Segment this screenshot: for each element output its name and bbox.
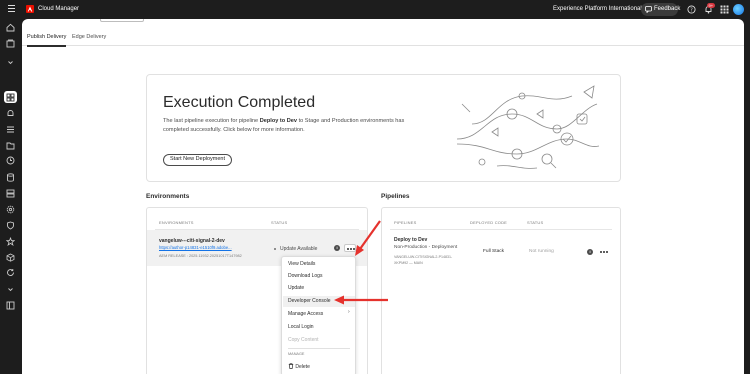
- app-name[interactable]: Cloud Manager: [38, 6, 79, 12]
- notification-count-badge: 9+: [707, 3, 715, 8]
- col-header-deployed-code: DEPLOYED CODE: [470, 220, 508, 225]
- annotation-arrow-developer-console: [334, 295, 388, 305]
- help-icon[interactable]: ?: [687, 5, 696, 14]
- status-dot: [274, 248, 276, 250]
- environment-url-link[interactable]: https://author-p14831-e1510f9.adobe...: [159, 245, 232, 250]
- menu-item-manage-access[interactable]: Manage Access: [288, 311, 323, 317]
- start-new-deployment-button[interactable]: Start New Deployment: [163, 154, 233, 166]
- settings-icon[interactable]: [6, 205, 15, 214]
- menu-item-developer-console[interactable]: Developer Console: [288, 298, 331, 304]
- trash-icon: [288, 363, 294, 369]
- menu-item-update[interactable]: Update: [288, 285, 304, 291]
- environment-actions-menu: View Details Download Logs Update Develo…: [281, 256, 356, 374]
- execution-title: Execution Completed: [163, 94, 316, 111]
- execution-description: The last pipeline execution for pipeline…: [163, 118, 405, 133]
- tab-publish-delivery[interactable]: Publish Delivery: [27, 34, 67, 47]
- menu-item-delete[interactable]: Delete: [288, 363, 310, 370]
- pipelines-card: PIPELINES DEPLOYED CODE STATUS Deploy to…: [381, 207, 621, 374]
- apps-grid-icon[interactable]: [720, 5, 729, 14]
- shield-icon[interactable]: [6, 221, 15, 230]
- chevron-down-icon-2[interactable]: [6, 285, 15, 294]
- user-avatar[interactable]: [733, 4, 744, 15]
- pipelines-heading: Pipelines: [381, 193, 410, 200]
- header-dropdown-partial[interactable]: [100, 19, 144, 22]
- folder-icon[interactable]: [6, 141, 15, 150]
- dashboard-icon[interactable]: [6, 93, 15, 102]
- aem-release-text: AEM RELEASE : 2025.11932.20251017T147982: [159, 254, 242, 258]
- pipeline-more-actions-button[interactable]: [598, 248, 610, 256]
- pipeline-type: Non-Production - Deployment: [394, 245, 458, 250]
- menu-section-manage: MANAGE: [288, 352, 305, 356]
- storage-icon[interactable]: [6, 189, 15, 198]
- menu-item-copy-content: Copy Content: [288, 337, 319, 343]
- collapse-rail-icon[interactable]: [6, 301, 15, 310]
- environments-heading: Environments: [146, 193, 190, 200]
- tab-edge-delivery[interactable]: Edge Delivery: [72, 34, 106, 40]
- col-header-status: STATUS: [271, 220, 288, 225]
- execution-status-card: Execution Completed The last pipeline ex…: [146, 74, 621, 182]
- chevron-down-icon[interactable]: [6, 58, 15, 67]
- col-header-pipelines: PIPELINES: [394, 220, 417, 225]
- chevron-right-icon: ›: [348, 309, 350, 315]
- refresh-icon[interactable]: [6, 268, 15, 277]
- annotation-arrow-more-button: [355, 220, 381, 256]
- divider: [390, 229, 612, 230]
- org-switcher[interactable]: Experience Platform International: [553, 6, 642, 12]
- pipelines-icon[interactable]: [6, 125, 15, 134]
- top-bar: Cloud Manager Experience Platform Intern…: [0, 0, 750, 19]
- menu-divider: [288, 348, 350, 349]
- pipeline-status-value: Not running: [529, 249, 554, 254]
- home-icon[interactable]: [6, 23, 15, 32]
- menu-item-view-details[interactable]: View Details: [288, 261, 315, 267]
- database-icon[interactable]: [6, 173, 15, 182]
- pipeline-info-icon[interactable]: i: [587, 249, 593, 255]
- library-icon[interactable]: [6, 39, 15, 48]
- history-icon[interactable]: [6, 156, 15, 165]
- bell-icon[interactable]: [6, 109, 15, 118]
- info-icon[interactable]: i: [334, 245, 340, 251]
- pipeline-branch: XKPM92 — MAIN: [394, 261, 423, 265]
- pipeline-program-id: VANGELUW-CITISIGNAL2-P14831-: [394, 255, 453, 259]
- main-content: Publish Delivery Edge Delivery Execution…: [22, 19, 744, 374]
- feedback-label: Feedback: [654, 6, 681, 12]
- deployed-code-value: Full Stack: [483, 249, 505, 254]
- menu-item-download-logs[interactable]: Download Logs: [288, 273, 322, 279]
- pipeline-name[interactable]: Deploy to Dev: [394, 237, 427, 243]
- left-nav-rail: [0, 19, 22, 374]
- hamburger-menu-icon[interactable]: [8, 5, 15, 12]
- feedback-button[interactable]: Feedback: [641, 3, 681, 16]
- star-icon[interactable]: [6, 237, 15, 246]
- menu-item-local-login[interactable]: Local Login: [288, 324, 314, 330]
- delivery-tabs: Publish Delivery Edge Delivery: [22, 31, 744, 47]
- cube-icon[interactable]: [6, 253, 15, 262]
- svg-text:?: ?: [690, 7, 693, 13]
- environment-status: Update Available: [280, 246, 318, 252]
- environment-name[interactable]: vangeluw---citi-signal-2-dev: [159, 238, 225, 244]
- col-header-environments: ENVIRONMENTS: [159, 220, 194, 225]
- col-header-pipeline-status: STATUS: [527, 220, 544, 225]
- pipeline-illustration: [456, 85, 600, 169]
- feedback-icon: [645, 6, 652, 13]
- adobe-logo-icon[interactable]: [26, 5, 34, 13]
